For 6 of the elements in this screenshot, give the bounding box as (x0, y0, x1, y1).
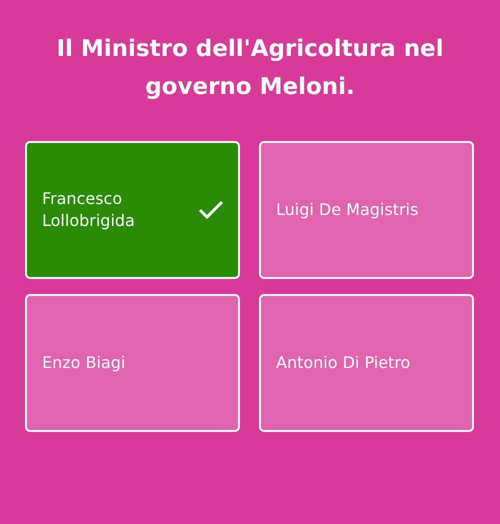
answer-button[interactable]: Enzo Biagi (25, 294, 240, 432)
check-icon (198, 200, 224, 220)
answer-button[interactable]: Antonio Di Pietro (259, 294, 474, 432)
answer-button[interactable]: Luigi De Magistris (259, 141, 474, 279)
answer-button[interactable]: Francesco Lollobrigida (25, 141, 240, 279)
question-title: Il Ministro dell'Agricoltura nel governo Meloni. (55, 35, 445, 102)
